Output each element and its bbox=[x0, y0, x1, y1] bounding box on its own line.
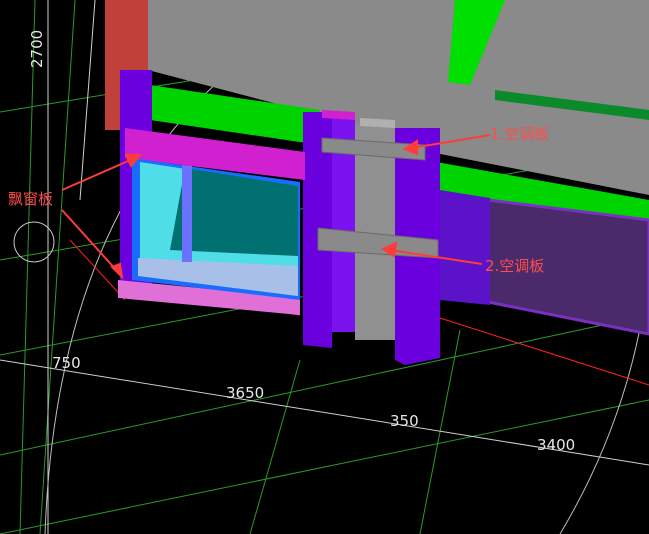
model-scene[interactable]: 2700 750 3650 350 3400 飘窗板 1.空调板 2.空调板 bbox=[0, 0, 649, 534]
dimension-3400: 3400 bbox=[537, 436, 575, 454]
dimension-350: 350 bbox=[390, 412, 419, 430]
dimension-750: 750 bbox=[52, 354, 81, 372]
dimension-2700: 2700 bbox=[28, 30, 46, 68]
label-ac-slab-1: 1.空调板 bbox=[490, 125, 549, 143]
dimension-3650: 3650 bbox=[226, 384, 264, 402]
window-mullion bbox=[182, 165, 192, 262]
label-ac-slab-2: 2.空调板 bbox=[485, 257, 544, 275]
viewport-3d[interactable]: 2700 750 3650 350 3400 飘窗板 1.空调板 2.空调板 bbox=[0, 0, 649, 534]
right-wall-column[interactable] bbox=[440, 190, 490, 305]
label-bay-window-slab: 飘窗板 bbox=[8, 190, 53, 208]
